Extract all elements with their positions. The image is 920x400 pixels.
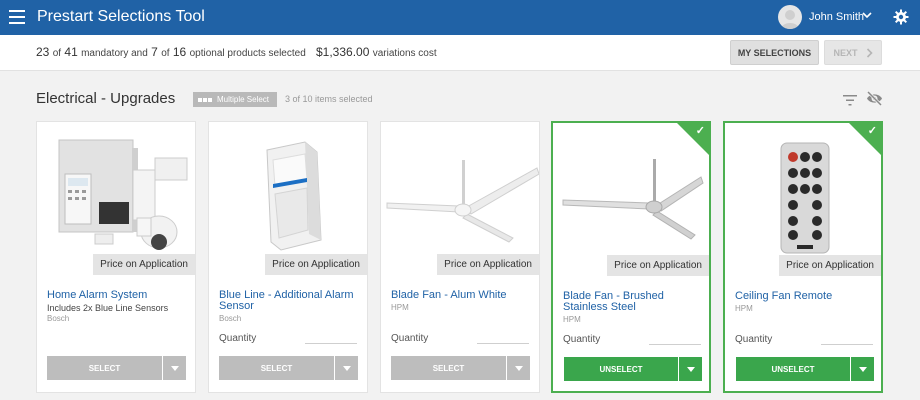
product-name[interactable]: Home Alarm System — [47, 290, 187, 301]
product-name[interactable]: Blade Fan - Alum White — [391, 290, 531, 301]
filter-icon[interactable] — [843, 93, 857, 106]
select-button[interactable]: SELECT — [219, 356, 334, 380]
multiple-select-badge: Multiple Select — [193, 92, 277, 107]
caret-down-icon[interactable] — [163, 356, 186, 380]
product-brand: Bosch — [219, 314, 242, 323]
product-card[interactable]: Price on Application Home Alarm System I… — [36, 121, 196, 393]
product-brand: HPM — [735, 304, 753, 313]
avatar[interactable] — [778, 5, 802, 29]
quantity-label: Quantity — [735, 334, 773, 345]
price-label: Price on Application — [265, 254, 367, 275]
product-brand: HPM — [391, 303, 409, 312]
quantity-label: Quantity — [391, 333, 429, 344]
quantity-input[interactable] — [305, 343, 357, 344]
gear-icon[interactable] — [893, 9, 909, 25]
caret-down-icon[interactable] — [679, 357, 702, 381]
price-label: Price on Application — [607, 255, 709, 276]
product-brand: HPM — [563, 315, 581, 324]
product-name[interactable]: Blade Fan - Brushed Stainless Steel — [563, 291, 703, 313]
price-label: Price on Application — [779, 255, 881, 276]
price-label: Price on Application — [437, 254, 539, 275]
caret-down-icon[interactable] — [851, 357, 874, 381]
product-card[interactable]: Price on Application Blue Line - Additio… — [208, 121, 368, 393]
product-brand: Bosch — [47, 314, 70, 323]
hamburger-icon[interactable] — [9, 10, 25, 24]
quantity-input[interactable] — [649, 344, 701, 345]
product-description: Includes 2x Blue Line Sensors — [47, 303, 169, 313]
selection-summary-bar: 23 of 41 mandatory and 7 of 16 optional … — [0, 35, 920, 71]
product-card-selected[interactable]: ✓ Price on Application Blade Fan - Brush… — [551, 121, 711, 393]
unselect-button[interactable]: UNSELECT — [736, 357, 850, 381]
caret-down-icon[interactable] — [507, 356, 530, 380]
eye-off-icon[interactable] — [866, 90, 883, 107]
unselect-button[interactable]: UNSELECT — [564, 357, 678, 381]
caret-down-icon[interactable] — [335, 356, 358, 380]
price-label: Price on Application — [93, 254, 195, 275]
top-bar: Prestart Selections Tool John Smith — [0, 0, 920, 35]
select-button[interactable]: SELECT — [391, 356, 506, 380]
check-icon: ✓ — [867, 125, 877, 137]
next-button[interactable]: NEXT — [824, 40, 882, 65]
quantity-label: Quantity — [563, 334, 601, 345]
selection-count: 23 of 41 mandatory and 7 of 16 optional … — [36, 45, 306, 59]
product-card-selected[interactable]: ✓ Price on Application Ceiling Fan Remot… — [723, 121, 883, 393]
app-title: Prestart Selections Tool — [37, 8, 205, 25]
variations-cost: $1,336.00 variations cost — [316, 45, 437, 59]
quantity-input[interactable] — [821, 344, 873, 345]
my-selections-button[interactable]: MY SELECTIONS — [730, 40, 819, 65]
product-name[interactable]: Blue Line - Additional Alarm Sensor — [219, 290, 359, 312]
chevron-down-icon[interactable] — [862, 10, 872, 23]
quantity-input[interactable] — [477, 343, 529, 344]
select-button[interactable]: SELECT — [47, 356, 162, 380]
quantity-label: Quantity — [219, 333, 257, 344]
user-name[interactable]: John Smith — [809, 11, 864, 23]
product-card[interactable]: Price on Application Blade Fan - Alum Wh… — [380, 121, 540, 393]
items-selected-count: 3 of 10 items selected — [285, 94, 373, 104]
check-icon: ✓ — [695, 125, 705, 137]
chevron-right-icon — [866, 47, 873, 58]
product-name[interactable]: Ceiling Fan Remote — [735, 291, 875, 302]
section-title: Electrical - Upgrades — [36, 90, 176, 107]
